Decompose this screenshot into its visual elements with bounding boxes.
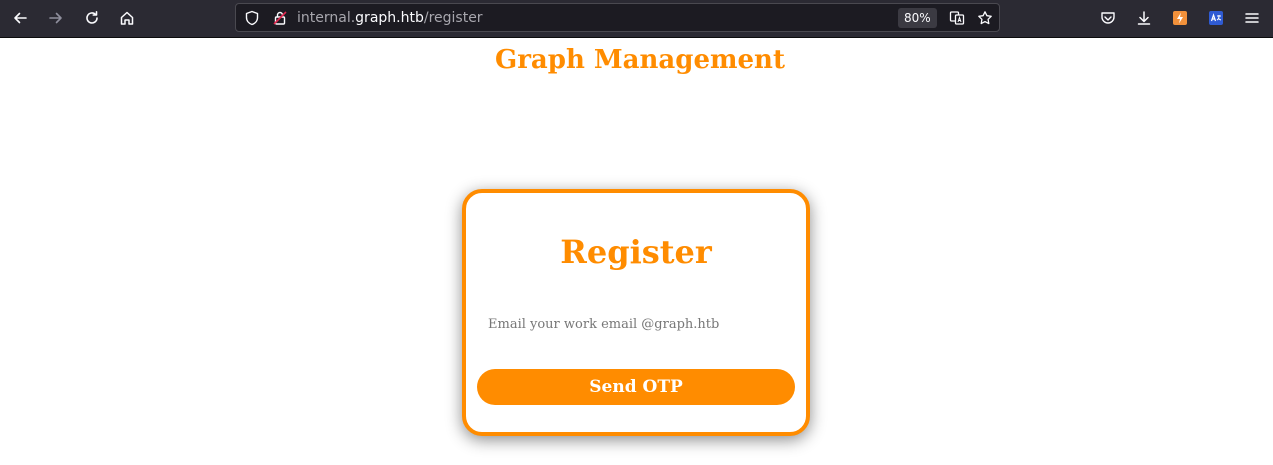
arrow-left-icon bbox=[14, 12, 27, 24]
back-button[interactable] bbox=[7, 5, 33, 31]
bookmark-star-icon[interactable] bbox=[977, 10, 993, 30]
hamburger-menu-icon bbox=[1245, 13, 1259, 23]
url-bar[interactable]: internal.graph.htb/register 80% bbox=[235, 3, 1000, 32]
send-otp-button[interactable]: Send OTP bbox=[477, 369, 795, 405]
pocket-icon bbox=[1101, 12, 1115, 24]
downloads-button[interactable] bbox=[1131, 5, 1157, 31]
tracking-shield-icon[interactable] bbox=[244, 10, 260, 30]
download-icon bbox=[1137, 11, 1151, 25]
email-input[interactable] bbox=[486, 311, 790, 337]
url-path: /register bbox=[423, 10, 483, 26]
register-heading: Register bbox=[560, 233, 712, 271]
lightning-extension-icon bbox=[1173, 11, 1187, 25]
menu-button[interactable] bbox=[1239, 5, 1265, 31]
url-prefix: internal. bbox=[297, 10, 356, 26]
extension-button-2[interactable] bbox=[1203, 5, 1229, 31]
translate-icon[interactable] bbox=[949, 10, 965, 30]
zoom-level-badge[interactable]: 80% bbox=[898, 8, 937, 28]
reload-button[interactable] bbox=[79, 5, 105, 31]
arrow-right-icon bbox=[49, 12, 62, 24]
forward-button[interactable] bbox=[43, 5, 69, 31]
pocket-button[interactable] bbox=[1095, 5, 1121, 31]
url-host: graph.htb bbox=[355, 10, 424, 26]
insecure-lock-icon[interactable] bbox=[272, 10, 288, 30]
translate-extension-icon bbox=[1209, 11, 1223, 25]
home-button[interactable] bbox=[114, 5, 140, 31]
url-text[interactable]: internal.graph.htb/register bbox=[297, 10, 483, 26]
register-card: Register Send OTP bbox=[462, 189, 810, 436]
site-title: Graph Management bbox=[495, 45, 785, 75]
home-icon bbox=[120, 11, 134, 25]
browser-toolbar: internal.graph.htb/register 80% bbox=[0, 0, 1273, 38]
extension-button-1[interactable] bbox=[1167, 5, 1193, 31]
reload-icon bbox=[86, 11, 98, 24]
